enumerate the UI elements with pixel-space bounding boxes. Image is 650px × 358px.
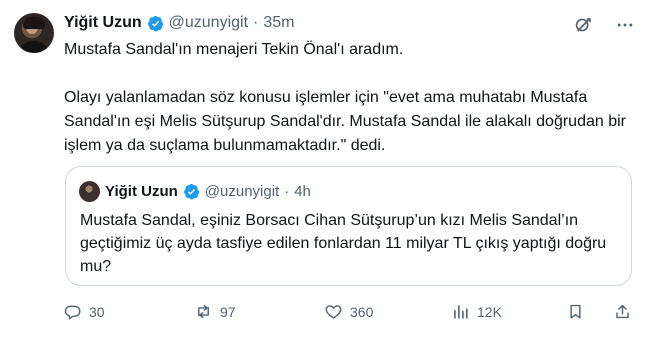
like-icon [325,305,342,319]
view-count: 12K [477,303,502,320]
quoted-tweet-header: Yiğit Uzun @uzunyigit · 4h [79,181,311,202]
author-avatar[interactable] [14,13,54,53]
header-separator: · [253,14,259,31]
avatar-hair [23,17,45,29]
views-button[interactable]: 12K [451,302,502,321]
quoted-tweet-text: Mustafa Sandal, eşiniz Borsacı Cihan Süt… [80,212,607,275]
repost-count: 97 [220,303,236,320]
quoted-header-separator: · [284,183,290,200]
share-icon [616,304,629,319]
avatar-body [19,41,49,53]
like-count: 360 [350,303,374,320]
quoted-tweet-timestamp: 4h [294,183,311,200]
grok-icon[interactable] [572,14,594,36]
top-right-actions [572,14,636,36]
views-icon [454,305,468,319]
quoted-author-avatar [79,181,100,202]
tweet-text: Mustafa Sandal'ın menajeri Tekin Önal'ı … [64,41,626,154]
more-icon[interactable] [614,14,636,36]
reply-button[interactable]: 30 [63,302,105,321]
quoted-verified-badge-icon [183,183,200,200]
repost-button[interactable]: 97 [194,302,236,321]
tweet-header: Yiğit Uzun @uzunyigit · 35m [64,12,294,34]
share-button[interactable] [613,302,632,321]
author-handle[interactable]: @uzunyigit [169,14,248,32]
quoted-author-name: Yiğit Uzun [105,183,178,200]
bookmark-button[interactable] [566,302,585,321]
repost-icon [198,304,209,319]
reply-count: 30 [89,303,105,320]
verified-badge-icon [147,15,164,32]
tweet-timestamp[interactable]: 35m [263,14,294,32]
bookmark-icon [570,304,581,319]
reply-icon [64,305,81,320]
author-name[interactable]: Yiğit Uzun [64,14,142,32]
tweet-action-bar: 30 97 360 12K [63,302,633,324]
like-button[interactable]: 360 [324,302,373,321]
quoted-tweet-card[interactable]: Yiğit Uzun @uzunyigit · 4h Mustafa Sanda… [65,166,632,286]
quoted-author-handle: @uzunyigit [204,183,280,200]
